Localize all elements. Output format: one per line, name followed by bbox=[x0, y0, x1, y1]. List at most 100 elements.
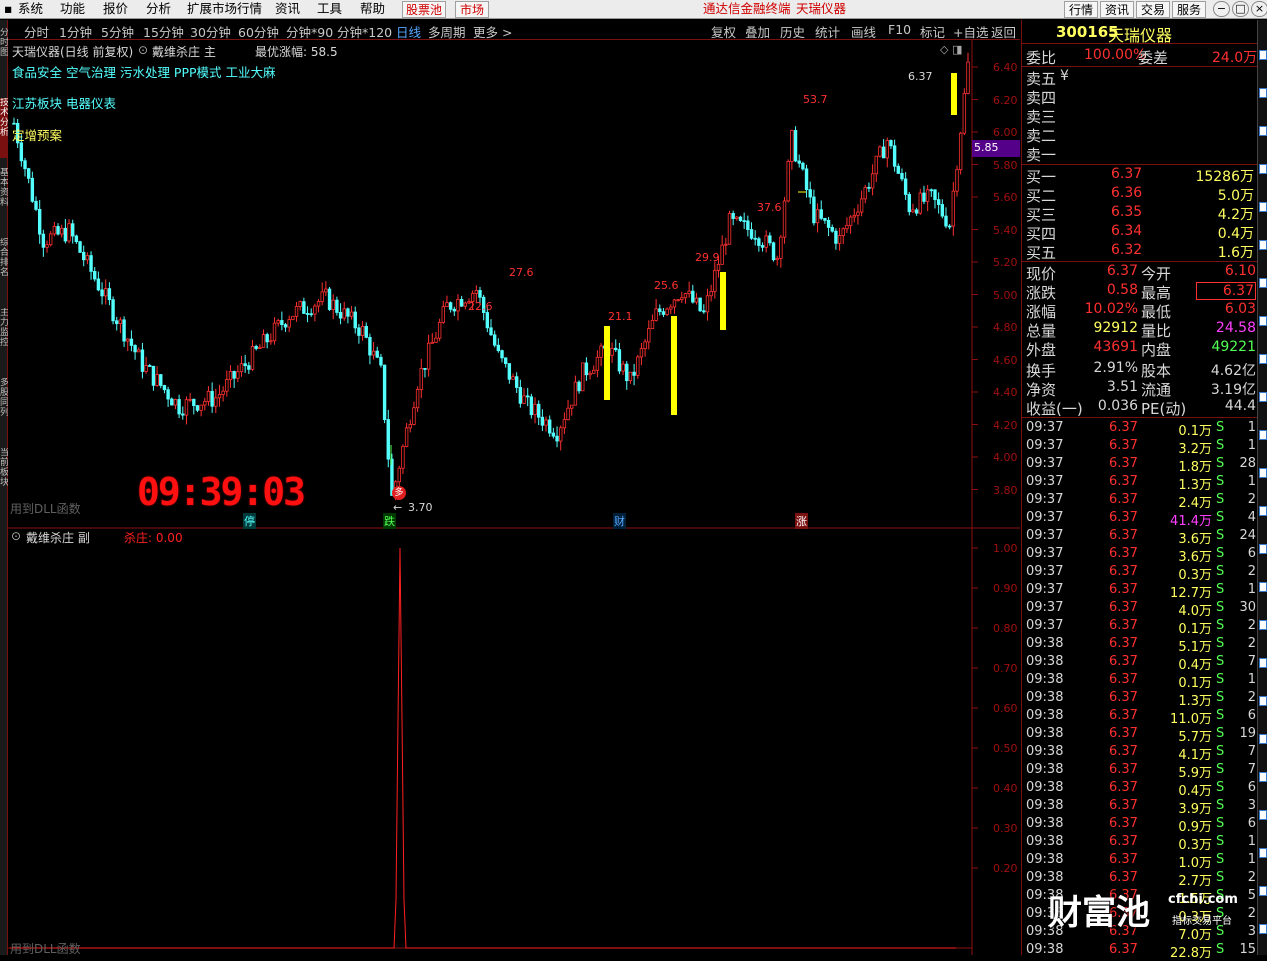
side-tool-icon[interactable] bbox=[1259, 620, 1267, 630]
sell2-row[interactable]: 卖二 bbox=[1026, 125, 1256, 145]
tick-row[interactable]: 09:38 6.37 5.7万 S 19 bbox=[1026, 726, 1256, 745]
tick-volume: 1.3万 bbox=[1178, 694, 1212, 709]
marker-fall[interactable]: 跌 bbox=[383, 513, 396, 529]
tick-row[interactable]: 09:37 6.37 0.3万 S 2 bbox=[1026, 564, 1256, 583]
menu-system[interactable]: 系统 bbox=[18, 0, 43, 19]
side-tool-icon[interactable] bbox=[1259, 544, 1267, 554]
tick-row[interactable]: 09:38 6.37 0.9万 S 6 bbox=[1026, 816, 1256, 835]
top-trade-button[interactable]: 交易 bbox=[1136, 1, 1170, 18]
menu-tools[interactable]: 工具 bbox=[317, 0, 342, 19]
candle-body bbox=[713, 269, 717, 292]
menu-analysis[interactable]: 分析 bbox=[146, 0, 171, 19]
marker-finance[interactable]: 财 bbox=[613, 513, 626, 529]
tick-row[interactable]: 09:37 6.37 12.7万 S 1 bbox=[1026, 582, 1256, 601]
tick-row[interactable]: 09:38 6.37 11.0万 S 6 bbox=[1026, 708, 1256, 727]
candle-body bbox=[874, 155, 878, 175]
side-tool-icon[interactable] bbox=[1259, 278, 1267, 288]
tick-row[interactable]: 09:38 6.37 22.8万 S 15 bbox=[1026, 942, 1256, 961]
tick-row[interactable]: 09:37 6.37 2.4万 S 2 bbox=[1026, 492, 1256, 511]
buy-row[interactable]: 买五 6.32 1.6万 bbox=[1026, 242, 1256, 262]
indicator-dropdown-icon[interactable]: ⊙ bbox=[138, 43, 148, 57]
side-tool-icon[interactable] bbox=[1259, 924, 1267, 934]
buy-row[interactable]: 买一 6.37 15286万 bbox=[1026, 166, 1256, 186]
concept-tags[interactable]: 食品安全 空气治理 污水处理 PPP模式 工业大麻 bbox=[12, 62, 276, 81]
candle-body bbox=[870, 173, 875, 189]
minimize-icon[interactable]: − bbox=[1213, 1, 1230, 17]
side-tool-icon[interactable] bbox=[1259, 392, 1267, 402]
buy-row[interactable]: 买二 6.36 5.0万 bbox=[1026, 185, 1256, 205]
side-tool-icon[interactable] bbox=[1259, 506, 1267, 516]
tick-row[interactable]: 09:37 6.37 0.1万 S 1 bbox=[1026, 420, 1256, 439]
tick-row[interactable]: 09:37 6.37 0.1万 S 2 bbox=[1026, 618, 1256, 637]
tick-side: S bbox=[1216, 798, 1225, 813]
sell4-row[interactable]: 卖四 bbox=[1026, 87, 1256, 107]
side-tool-icon[interactable] bbox=[1259, 734, 1267, 744]
menu-extended-market[interactable]: 扩展市场行情 bbox=[187, 0, 262, 19]
candle-body bbox=[878, 146, 882, 157]
marker-rise[interactable]: 涨 bbox=[795, 513, 808, 529]
tick-row[interactable]: 09:37 6.37 3.2万 S 1 bbox=[1026, 438, 1256, 457]
buy-row[interactable]: 买三 6.35 4.2万 bbox=[1026, 204, 1256, 224]
side-tool-icon[interactable] bbox=[1259, 658, 1267, 668]
tick-row[interactable]: 09:38 6.37 4.1万 S 7 bbox=[1026, 744, 1256, 763]
top-quote-button[interactable]: 行情 bbox=[1064, 1, 1098, 18]
menu-function[interactable]: 功能 bbox=[60, 0, 85, 19]
side-tool-icon[interactable] bbox=[1259, 696, 1267, 706]
tick-row[interactable]: 09:37 6.37 1.8万 S 28 bbox=[1026, 456, 1256, 475]
tick-row[interactable]: 09:38 6.37 5.1万 S 2 bbox=[1026, 636, 1256, 655]
menu-quote[interactable]: 报价 bbox=[103, 0, 128, 19]
sell5-row[interactable]: 卖五 ¥ bbox=[1026, 68, 1256, 88]
top-news-button[interactable]: 资讯 bbox=[1100, 1, 1134, 18]
side-tool-icon[interactable] bbox=[1259, 772, 1267, 782]
candle-body bbox=[155, 374, 159, 386]
sell1-row[interactable]: 卖一 bbox=[1026, 144, 1256, 164]
market-button[interactable]: 市场 bbox=[455, 1, 489, 18]
main-indicator-name[interactable]: 戴维杀庄 主 bbox=[152, 43, 216, 60]
candle-body bbox=[456, 298, 460, 312]
tick-row[interactable]: 09:38 6.37 0.3万 S 1 bbox=[1026, 834, 1256, 853]
stock-pool-button[interactable]: 股票池 bbox=[402, 1, 446, 18]
tick-row[interactable]: 09:38 6.37 0.1万 S 1 bbox=[1026, 672, 1256, 691]
candle-body bbox=[360, 325, 365, 336]
side-tool-icon[interactable] bbox=[1259, 810, 1267, 820]
top-service-button[interactable]: 服务 bbox=[1172, 1, 1206, 18]
tick-row[interactable]: 09:38 6.37 1.3万 S 2 bbox=[1026, 690, 1256, 709]
tick-row[interactable]: 09:38 6.37 3.9万 S 3 bbox=[1026, 798, 1256, 817]
tick-row[interactable]: 09:37 6.37 4.0万 S 30 bbox=[1026, 600, 1256, 619]
buy-signal-badge[interactable]: 多 bbox=[392, 486, 406, 500]
side-tool-icon[interactable] bbox=[1259, 354, 1267, 364]
side-tool-icon[interactable] bbox=[1259, 886, 1267, 896]
marker-halt[interactable]: 停 bbox=[243, 513, 256, 529]
tick-row[interactable]: 09:38 6.37 5.9万 S 7 bbox=[1026, 762, 1256, 781]
sub-indicator-name[interactable]: 戴维杀庄 副 bbox=[26, 529, 90, 546]
side-tool-icon[interactable] bbox=[1259, 316, 1267, 326]
side-tool-icon[interactable] bbox=[1259, 88, 1267, 98]
side-tool-icon[interactable] bbox=[1259, 50, 1267, 60]
placement-tag[interactable]: 定增预案 bbox=[12, 125, 62, 144]
side-tool-icon[interactable] bbox=[1259, 848, 1267, 858]
tick-row[interactable]: 09:38 6.37 0.4万 S 6 bbox=[1026, 780, 1256, 799]
sys-icon[interactable]: ▪ bbox=[4, 0, 12, 19]
tick-row[interactable]: 09:37 6.37 41.4万 S 4 bbox=[1026, 510, 1256, 529]
side-tool-icon[interactable] bbox=[1259, 240, 1267, 250]
sector-tags[interactable]: 江苏板块 电器仪表 bbox=[12, 93, 116, 112]
side-tool-icon[interactable] bbox=[1259, 164, 1267, 174]
close-icon[interactable]: × bbox=[1251, 1, 1267, 17]
tick-row[interactable]: 09:38 6.37 0.4万 S 7 bbox=[1026, 654, 1256, 673]
tick-row[interactable]: 09:37 6.37 3.6万 S 6 bbox=[1026, 546, 1256, 565]
tick-row[interactable]: 09:37 6.37 1.3万 S 1 bbox=[1026, 474, 1256, 493]
buy-row[interactable]: 买四 6.34 0.4万 bbox=[1026, 223, 1256, 243]
tick-row[interactable]: 09:37 6.37 3.6万 S 24 bbox=[1026, 528, 1256, 547]
collapse-icon[interactable]: ◇ ◨ bbox=[940, 43, 962, 56]
restore-icon[interactable]: □ bbox=[1232, 1, 1249, 17]
sell3-row[interactable]: 卖三 bbox=[1026, 106, 1256, 126]
side-tool-icon[interactable] bbox=[1259, 202, 1267, 212]
menu-news[interactable]: 资讯 bbox=[275, 0, 300, 19]
tick-row[interactable]: 09:38 6.37 1.0万 S 1 bbox=[1026, 852, 1256, 871]
side-tool-icon[interactable] bbox=[1259, 468, 1267, 478]
side-tool-icon[interactable] bbox=[1259, 126, 1267, 136]
side-tool-icon[interactable] bbox=[1259, 582, 1267, 592]
side-tool-icon[interactable] bbox=[1259, 430, 1267, 440]
menu-help[interactable]: 帮助 bbox=[360, 0, 385, 19]
sub-dropdown-icon[interactable]: ⊙ bbox=[11, 529, 21, 543]
